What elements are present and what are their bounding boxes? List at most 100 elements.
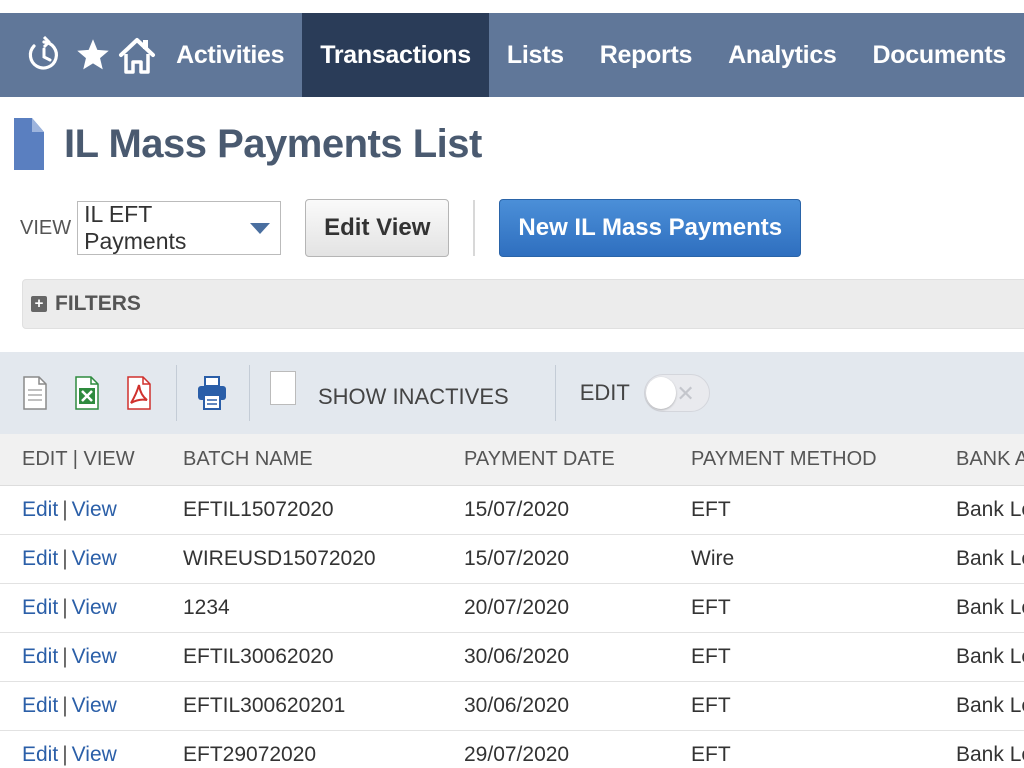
column-header[interactable]: BATCH NAME: [183, 448, 464, 471]
title-row: IL Mass Payments List: [14, 116, 482, 172]
table-row: Edit | View WIREUSD15072020 15/07/2020 Wire Ba…: [0, 535, 1024, 584]
table-row: Edit | View EFTIL30062020 30/06/2020 EFT Bank …: [0, 633, 1024, 682]
edit-link[interactable]: Edit: [22, 498, 58, 521]
payment-date-cell: 30/06/2020: [464, 645, 570, 668]
payment-method-cell: EFT: [691, 694, 731, 717]
edit-link[interactable]: Edit: [22, 694, 58, 717]
edit-view-cell: Edit | View: [0, 743, 183, 767]
export-excel-icon[interactable]: [72, 373, 102, 413]
star-icon[interactable]: [74, 13, 113, 97]
home-icon[interactable]: [118, 13, 157, 97]
link-separator: |: [62, 694, 68, 717]
payment-date-cell: 15/07/2020: [464, 547, 570, 570]
view-link[interactable]: View: [72, 498, 117, 521]
nav-reports[interactable]: Reports: [582, 13, 710, 97]
nav-documents[interactable]: Documents: [855, 13, 1024, 97]
payment-date-cell: 20/07/2020: [464, 596, 570, 619]
divider: [473, 200, 476, 256]
divider: [554, 365, 556, 421]
filters-label: FILTERS: [55, 292, 141, 315]
payment-method-cell: EFT: [691, 743, 731, 766]
table-header: EDIT | VIEW BATCH NAME PAYMENT DATE PAYM…: [0, 434, 1024, 486]
column-header[interactable]: EDIT | VIEW: [0, 448, 183, 471]
edit-toggle[interactable]: ✕: [643, 374, 710, 412]
batch-name-cell: EFTIL15072020: [183, 498, 334, 521]
table-row: Edit | View EFTIL15072020 15/07/2020 EFT Bank …: [0, 486, 1024, 535]
batch-name-cell: WIREUSD15072020: [183, 547, 376, 570]
batch-name-cell: EFTIL300620201: [183, 694, 346, 717]
nav-lists[interactable]: Lists: [489, 13, 582, 97]
view-link[interactable]: View: [72, 547, 117, 570]
nav-activities[interactable]: Activities: [158, 13, 302, 97]
edit-view-cell: Edit | View: [0, 596, 183, 620]
link-separator: |: [62, 547, 68, 570]
payment-method-cell: EFT: [691, 645, 731, 668]
view-row: VIEW IL EFT Payments Edit View New IL Ma…: [20, 198, 1020, 258]
column-header[interactable]: PAYMENT METHOD: [691, 448, 956, 471]
view-link[interactable]: View: [72, 645, 117, 668]
edit-view-cell: Edit | View: [0, 694, 183, 718]
page-title: IL Mass Payments List: [64, 121, 482, 166]
export-csv-icon[interactable]: [20, 373, 50, 413]
edit-link[interactable]: Edit: [22, 645, 58, 668]
chevron-down-icon: [250, 222, 271, 234]
filters-toggle[interactable]: + FILTERS: [22, 279, 1024, 329]
view-select[interactable]: IL EFT Payments: [77, 201, 282, 255]
show-inactives-checkbox[interactable]: [270, 371, 296, 405]
bank-account-cell: Bank Leu: [956, 498, 1024, 521]
batch-name-cell: 1234: [183, 596, 230, 619]
view-select-value: IL EFT Payments: [84, 201, 187, 254]
recent-icon[interactable]: [25, 13, 64, 97]
edit-link[interactable]: Edit: [22, 743, 58, 766]
link-separator: |: [62, 743, 68, 766]
nav-analytics[interactable]: Analytics: [710, 13, 854, 97]
export-pdf-icon[interactable]: [124, 373, 154, 413]
show-inactives-label: SHOW INACTIVES: [318, 384, 509, 409]
table-body: Edit | View EFTIL15072020 15/07/2020 EFT Bank …: [0, 486, 1024, 768]
batch-name-cell: EFT29072020: [183, 743, 317, 766]
bank-account-cell: Bank Leu: [956, 645, 1024, 668]
plus-icon: +: [31, 296, 47, 312]
table-row: Edit|ViewEFT2907202029/07/2020EFTBank Le…: [0, 731, 1024, 768]
divider: [249, 365, 250, 421]
batch-name-cell: EFTIL30062020: [183, 645, 334, 668]
edit-toggle-label: EDIT: [579, 380, 630, 405]
payment-date-cell: 15/07/2020: [464, 498, 570, 521]
print-icon[interactable]: [197, 373, 227, 413]
edit-view-cell: Edit | View: [0, 547, 183, 571]
link-separator: |: [62, 498, 68, 521]
list-toolbar: SHOW INACTIVES EDIT ✕: [0, 352, 1024, 434]
payment-date-cell: 29/07/2020: [464, 743, 570, 766]
payments-table: EDIT | VIEW BATCH NAME PAYMENT DATE PAYM…: [0, 434, 1024, 768]
link-separator: |: [62, 596, 68, 619]
payment-method-cell: EFT: [691, 498, 731, 521]
view-link[interactable]: View: [72, 596, 117, 619]
column-header[interactable]: PAYMENT DATE: [464, 448, 691, 471]
view-label: VIEW: [20, 216, 72, 239]
edit-link[interactable]: Edit: [22, 547, 58, 570]
close-icon: ✕: [676, 381, 695, 406]
edit-view-cell: Edit | View: [0, 498, 183, 522]
payment-method-cell: EFT: [691, 596, 731, 619]
view-link[interactable]: View: [72, 743, 117, 766]
edit-view-button[interactable]: Edit View: [305, 199, 450, 257]
bank-account-cell: Bank Leu: [956, 694, 1024, 717]
bank-account-cell: Bank Leu: [956, 547, 1024, 570]
link-separator: |: [62, 645, 68, 668]
bank-account-cell: Bank Leu: [956, 743, 1024, 766]
table-row: Edit|View123420/07/2020EFTBank Leu: [0, 584, 1024, 633]
document-icon: [14, 118, 44, 170]
nav-transactions[interactable]: Transactions: [302, 13, 489, 97]
view-link[interactable]: View: [72, 694, 117, 717]
payment-date-cell: 30/06/2020: [464, 694, 570, 717]
column-header[interactable]: BANK AC: [956, 448, 1024, 471]
edit-link[interactable]: Edit: [22, 596, 58, 619]
edit-view-cell: Edit | View: [0, 645, 183, 669]
new-mass-payment-button[interactable]: New IL Mass Payments: [499, 199, 802, 257]
toggle-knob: [645, 377, 676, 409]
main-nav: Activities Transactions Lists Reports An…: [0, 13, 1024, 97]
table-row: Edit | View EFTIL300620201 30/06/2020 EFT Bank…: [0, 682, 1024, 731]
divider: [176, 365, 177, 421]
payment-method-cell: Wire: [691, 547, 735, 570]
bank-account-cell: Bank Leu: [956, 596, 1024, 619]
